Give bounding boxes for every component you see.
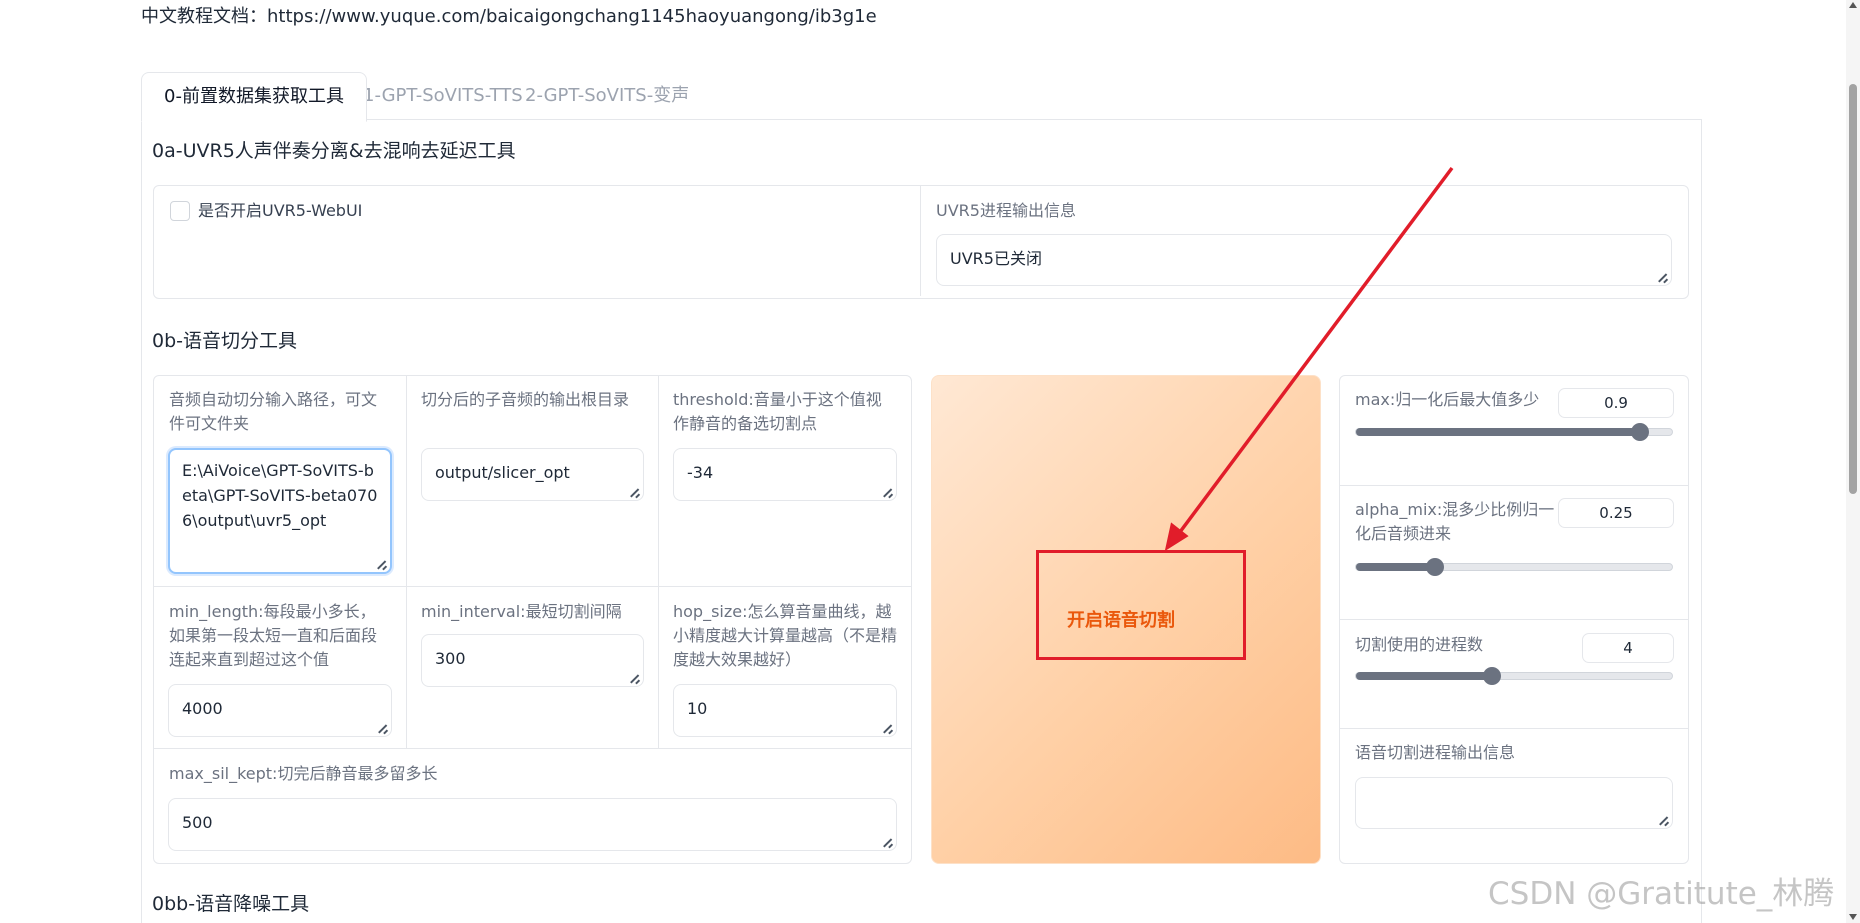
max-sil-kept-label: max_sil_kept:切完后静音最多留多长 <box>169 764 438 783</box>
min-length-value: 4000 <box>182 699 223 718</box>
n-process-slider[interactable] <box>1355 667 1673 685</box>
n-process-slider-fill <box>1356 672 1492 680</box>
n-process-number-input[interactable]: 4 <box>1582 633 1674 663</box>
output-root-value: output/slicer_opt <box>435 463 570 482</box>
slicer-output-label: 语音切割进程输出信息 <box>1355 743 1516 762</box>
resize-grip-icon[interactable] <box>884 488 893 497</box>
uvr5-divider <box>920 186 921 296</box>
output-root-label: 切分后的子音频的输出根目录 <box>421 390 630 409</box>
input-path-value: E:\AiVoice\GPT-SoVITS-beta\GPT-SoVITS-be… <box>182 461 378 530</box>
grid-divider <box>154 586 911 587</box>
input-path-field[interactable]: E:\AiVoice\GPT-SoVITS-beta\GPT-SoVITS-be… <box>168 448 392 574</box>
slicer-section-title: 0b-语音切分工具 <box>152 330 298 352</box>
min-interval-label: min_interval:最短切割间隔 <box>421 602 622 621</box>
options-divider <box>1340 728 1688 729</box>
alpha-mix-number-input[interactable]: 0.25 <box>1558 498 1674 528</box>
resize-grip-icon[interactable] <box>631 488 640 497</box>
uvr5-output-label: UVR5进程输出信息 <box>936 201 1076 220</box>
page-scrollbar[interactable] <box>1846 0 1860 923</box>
slicer-params-panel: 音频自动切分输入路径，可文件可文件夹 E:\AiVoice\GPT-SoVITS… <box>153 375 912 864</box>
resize-grip-icon[interactable] <box>884 724 893 733</box>
grid-divider <box>154 748 911 749</box>
alpha-mix-label: alpha_mix:混多少比例归一化后音频进来 <box>1355 500 1555 543</box>
max-slider-fill <box>1356 428 1641 436</box>
resize-grip-icon[interactable] <box>884 838 893 847</box>
hop-size-value: 10 <box>687 699 708 718</box>
uvr5-webui-checkbox-label[interactable]: 是否开启UVR5-WebUI <box>198 199 362 223</box>
alpha-mix-slider-fill <box>1356 563 1435 571</box>
scroll-down-icon[interactable] <box>1849 914 1857 920</box>
slicer-output-field[interactable] <box>1355 777 1673 829</box>
min-interval-field[interactable]: 300 <box>421 634 644 687</box>
min-interval-value: 300 <box>435 649 466 668</box>
options-divider <box>1340 485 1688 486</box>
alpha-mix-slider[interactable] <box>1355 558 1673 576</box>
options-divider <box>1340 619 1688 620</box>
hop-size-label: hop_size:怎么算音量曲线，越小精度越大计算量越高（不是精度越大效果越好） <box>673 602 898 669</box>
min-length-label: min_length:每段最小多长，如果第一段太短一直和后面段连起来直到超过这个… <box>169 602 378 669</box>
threshold-label: threshold:音量小于这个值视作静音的备选切割点 <box>673 390 882 433</box>
input-path-label: 音频自动切分输入路径，可文件可文件夹 <box>169 390 378 433</box>
app-frame: 中文教程文档：https://www.yuque.com/baicaigongc… <box>0 0 1860 923</box>
uvr5-output-value: UVR5已关闭 <box>950 249 1042 268</box>
watermark-text: CSDN @Gratitute_林腾 <box>1488 876 1835 912</box>
grid-divider <box>406 376 407 748</box>
tab-dataset-tools[interactable]: 0-前置数据集获取工具 <box>141 72 367 122</box>
scrollbar-thumb[interactable] <box>1849 84 1857 494</box>
alpha-mix-slider-thumb[interactable] <box>1426 558 1444 576</box>
tab-voice-change[interactable]: 2-GPT-SoVITS-变声 <box>503 72 711 120</box>
min-length-field[interactable]: 4000 <box>168 684 392 737</box>
doc-link-text[interactable]: 中文教程文档：https://www.yuque.com/baicaigongc… <box>141 2 877 28</box>
uvr5-section-title: 0a-UVR5人声伴奏分离&去混响去延迟工具 <box>152 140 516 162</box>
hop-size-field[interactable]: 10 <box>673 684 897 737</box>
resize-grip-icon[interactable] <box>1660 816 1669 825</box>
scroll-up-icon[interactable] <box>1849 2 1857 8</box>
n-process-slider-thumb[interactable] <box>1482 667 1501 685</box>
denoise-section-title: 0bb-语音降噪工具 <box>152 893 310 915</box>
max-slider-thumb[interactable] <box>1631 423 1650 441</box>
resize-grip-icon[interactable] <box>631 674 640 683</box>
max-sil-kept-field[interactable]: 500 <box>168 798 897 851</box>
grid-divider <box>658 376 659 748</box>
output-root-field[interactable]: output/slicer_opt <box>421 448 644 501</box>
max-number-input[interactable]: 0.9 <box>1558 388 1674 418</box>
threshold-value: -34 <box>687 463 714 482</box>
uvr5-webui-checkbox[interactable] <box>170 201 190 221</box>
slicer-options-panel: max:归一化后最大值多少 0.9 alpha_mix:混多少比例归一化后音频进… <box>1339 375 1689 864</box>
max-sil-kept-value: 500 <box>182 813 213 832</box>
max-label: max:归一化后最大值多少 <box>1355 390 1540 409</box>
resize-grip-icon[interactable] <box>1659 273 1668 282</box>
uvr5-panel: 是否开启UVR5-WebUI UVR5进程输出信息 UVR5已关闭 <box>153 185 1689 299</box>
resize-grip-icon[interactable] <box>378 560 387 569</box>
max-slider[interactable] <box>1355 423 1673 441</box>
resize-grip-icon[interactable] <box>379 724 388 733</box>
n-process-label: 切割使用的进程数 <box>1355 635 1484 654</box>
uvr5-output-field[interactable]: UVR5已关闭 <box>936 234 1672 286</box>
highlight-annotation-box <box>1036 550 1246 660</box>
threshold-field[interactable]: -34 <box>673 448 897 501</box>
